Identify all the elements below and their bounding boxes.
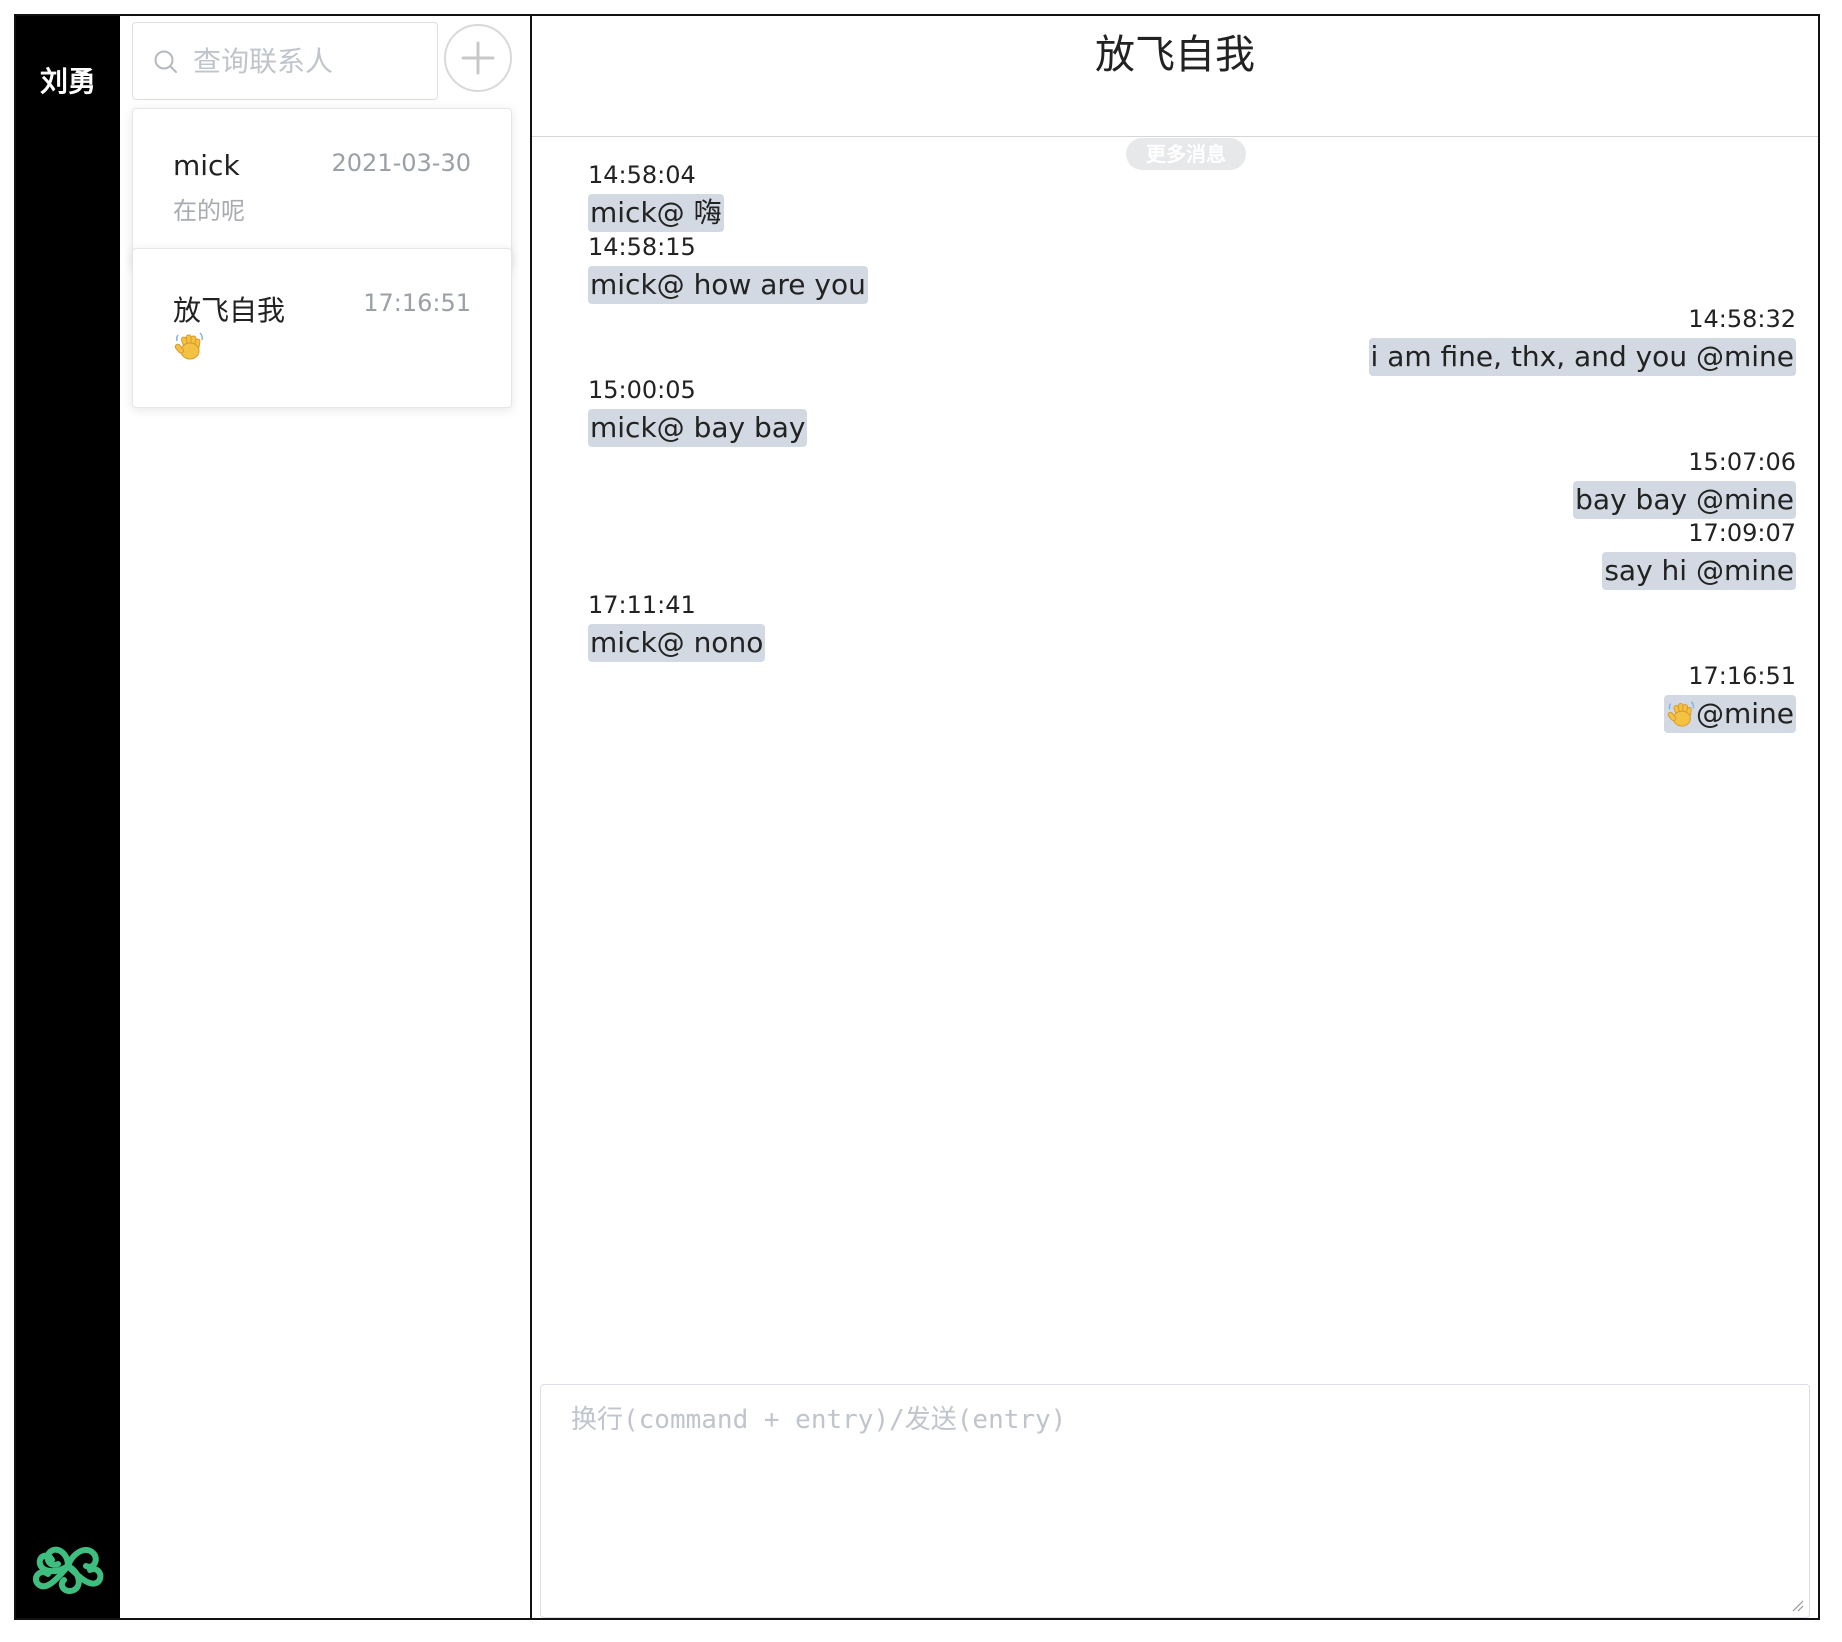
message-bubble: i am fine, thx, and you @mine: [1368, 338, 1796, 376]
message-input[interactable]: [541, 1385, 1809, 1617]
chat-app-window: 刘勇 mick: [14, 14, 1820, 1620]
message-composer[interactable]: [540, 1384, 1810, 1618]
message-item: 14:58:15 mick@ how are you: [588, 232, 868, 304]
resize-handle-icon[interactable]: [1789, 1597, 1805, 1613]
contact-last-time: 2021-03-30: [331, 149, 471, 177]
message-list[interactable]: 更多消息 14:58:04 mick@ 嗨 14:58:15 mick@ how…: [532, 16, 1818, 1396]
message-time: 15:00:05: [588, 376, 696, 404]
message-item: 15:00:05 mick@ bay bay: [588, 375, 808, 447]
contact-search-box[interactable]: [132, 22, 438, 100]
message-item: 17:11:41 mick@ nono: [588, 590, 766, 662]
message-bubble: bay bay @mine: [1573, 481, 1796, 519]
message-item: 14:58:32 i am fine, thx, and you @mine: [1368, 304, 1796, 376]
contacts-panel: mick 2021-03-30 在的呢 放飞自我 17:16:51: [120, 16, 532, 1618]
message-bubble: mick@ how are you: [588, 266, 868, 304]
contact-name: 放飞自我: [173, 294, 286, 327]
message-time: 15:07:06: [1688, 448, 1796, 476]
message-time: 17:16:51: [1688, 662, 1796, 690]
message-item: 17:09:07 say hi @mine: [1602, 518, 1796, 590]
left-rail: 刘勇: [16, 16, 120, 1618]
message-item: 17:16:51 @mine: [1663, 661, 1796, 733]
message-bubble: mick@ nono: [588, 624, 766, 662]
message-text: @mine: [1695, 697, 1794, 730]
search-icon: [154, 50, 177, 73]
contact-search-input[interactable]: [193, 33, 423, 89]
message-time: 14:58:32: [1688, 305, 1796, 333]
contact-item-fangfei[interactable]: 放飞自我 17:16:51: [132, 248, 512, 408]
message-item: 15:07:06 bay bay @mine: [1573, 447, 1796, 519]
message-bubble: say hi @mine: [1602, 552, 1796, 590]
plus-circle-icon: [461, 41, 495, 75]
contact-last-time: 17:16:51: [363, 289, 471, 317]
message-bubble: @mine: [1663, 695, 1796, 733]
current-user-name: 刘勇: [39, 65, 96, 98]
triskele-logo-icon: [32, 1546, 104, 1594]
load-more-button[interactable]: 更多消息: [1126, 138, 1246, 170]
message-time: 14:58:04: [588, 161, 696, 189]
message-time: 14:58:15: [588, 233, 696, 261]
contact-last-message: 在的呢: [173, 197, 245, 225]
waving-hand-icon: [1667, 701, 1695, 727]
message-item: 14:58:04 mick@ 嗨: [588, 160, 724, 232]
message-bubble: mick@ 嗨: [588, 194, 724, 232]
contact-name: mick: [173, 149, 240, 182]
waving-hand-icon: [174, 332, 203, 360]
add-contact-button[interactable]: [444, 24, 512, 92]
contact-item-mick[interactable]: mick 2021-03-30 在的呢: [132, 108, 512, 268]
message-time: 17:11:41: [588, 591, 696, 619]
chat-panel: 放飞自我 更多消息 14:58:04 mick@ 嗨 14:58:15 mick…: [532, 16, 1818, 1618]
message-bubble: mick@ bay bay: [588, 409, 808, 447]
message-time: 17:09:07: [1688, 519, 1796, 547]
